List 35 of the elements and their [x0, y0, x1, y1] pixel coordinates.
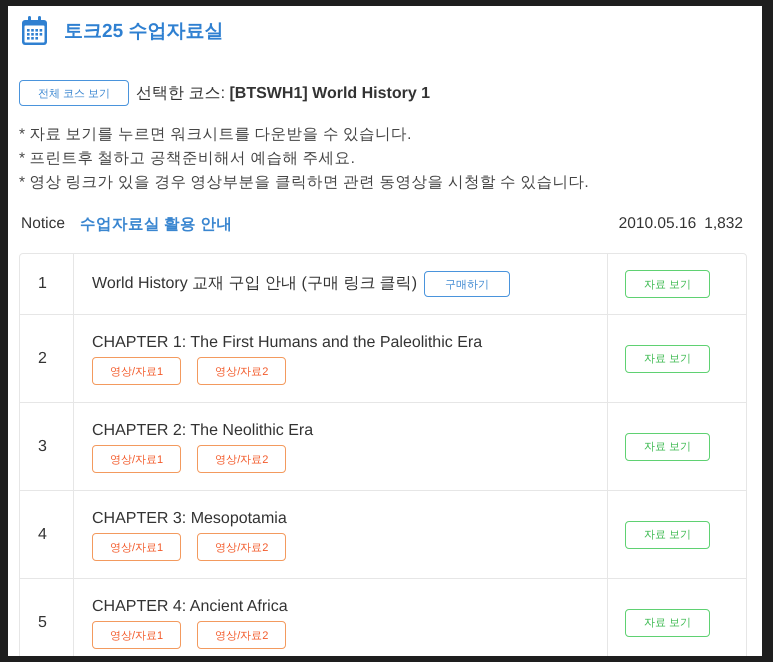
- notice-date: 2010.05.16: [618, 215, 696, 233]
- view-material-button[interactable]: 자료 보기: [625, 608, 710, 636]
- row-number: 1: [38, 275, 47, 293]
- notice-views: 1,832: [704, 215, 743, 233]
- view-material-button[interactable]: 자료 보기: [625, 344, 710, 372]
- notice-label: Notice: [21, 215, 65, 233]
- video-material-button[interactable]: 영상/자료1: [92, 533, 182, 561]
- selected-course-text: 선택한 코스: [BTSWH1] World History 1: [136, 84, 430, 104]
- row-title: CHAPTER 1: The First Humans and the Paleolithic Era: [92, 333, 482, 353]
- video-material-button[interactable]: 영상/자료1: [92, 357, 182, 385]
- all-courses-button[interactable]: 전체 코스 보기: [19, 80, 130, 106]
- row-title: CHAPTER 3: Mesopotamia: [92, 509, 287, 529]
- row-number: 5: [38, 614, 47, 632]
- note-text: * 프린트후 철하고 공책준비해서 예습해 주세요.: [19, 149, 356, 169]
- purchase-button[interactable]: 구매하기: [424, 271, 510, 297]
- row-number: 2: [38, 350, 47, 368]
- calendar-icon: [22, 16, 47, 45]
- page-title: 토크25 수업자료실: [64, 20, 224, 44]
- video-material-button[interactable]: 영상/자료1: [92, 445, 182, 473]
- view-material-button[interactable]: 자료 보기: [625, 520, 710, 548]
- row-number: 4: [38, 526, 47, 544]
- row-title: World History 교재 구입 안내 (구매 링크 클릭): [92, 274, 418, 294]
- note-text: * 자료 보기를 누르면 워크시트를 다운받을 수 있습니다.: [19, 125, 412, 145]
- view-material-button[interactable]: 자료 보기: [625, 432, 710, 460]
- video-material-button[interactable]: 영상/자료2: [197, 621, 286, 649]
- row-number: 3: [38, 438, 47, 456]
- view-material-button[interactable]: 자료 보기: [625, 270, 710, 298]
- video-material-button[interactable]: 영상/자료2: [197, 445, 286, 473]
- video-material-button[interactable]: 영상/자료2: [197, 357, 286, 385]
- row-title: CHAPTER 2: The Neolithic Era: [92, 421, 314, 441]
- row-title: CHAPTER 4: Ancient Africa: [92, 597, 288, 617]
- video-material-button[interactable]: 영상/자료1: [92, 621, 182, 649]
- notice-link[interactable]: 수업자료실 활용 안내: [80, 214, 233, 234]
- video-material-button[interactable]: 영상/자료2: [197, 533, 286, 561]
- note-text: * 영상 링크가 있을 경우 영상부분을 클릭하면 관련 동영상을 시청할 수 있습니다.: [19, 173, 590, 193]
